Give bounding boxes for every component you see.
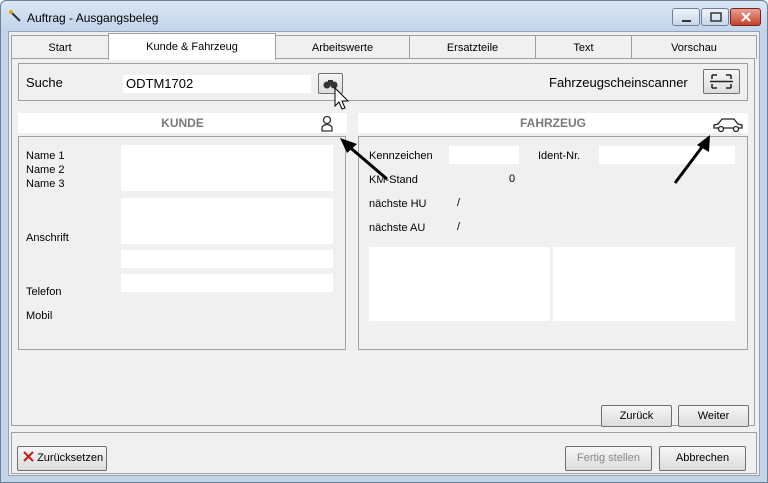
arrow-to-car-icon [673,135,710,184]
annotation-arrows [340,135,710,184]
arrow-to-person-icon [340,138,388,181]
mouse-cursor-icon [334,87,350,110]
tab-kunde-fahrzeug[interactable]: Kunde & Fahrzeug [108,33,276,60]
main-window: Auftrag - Ausgangsbeleg Start Kunde & Fa… [0,0,768,483]
